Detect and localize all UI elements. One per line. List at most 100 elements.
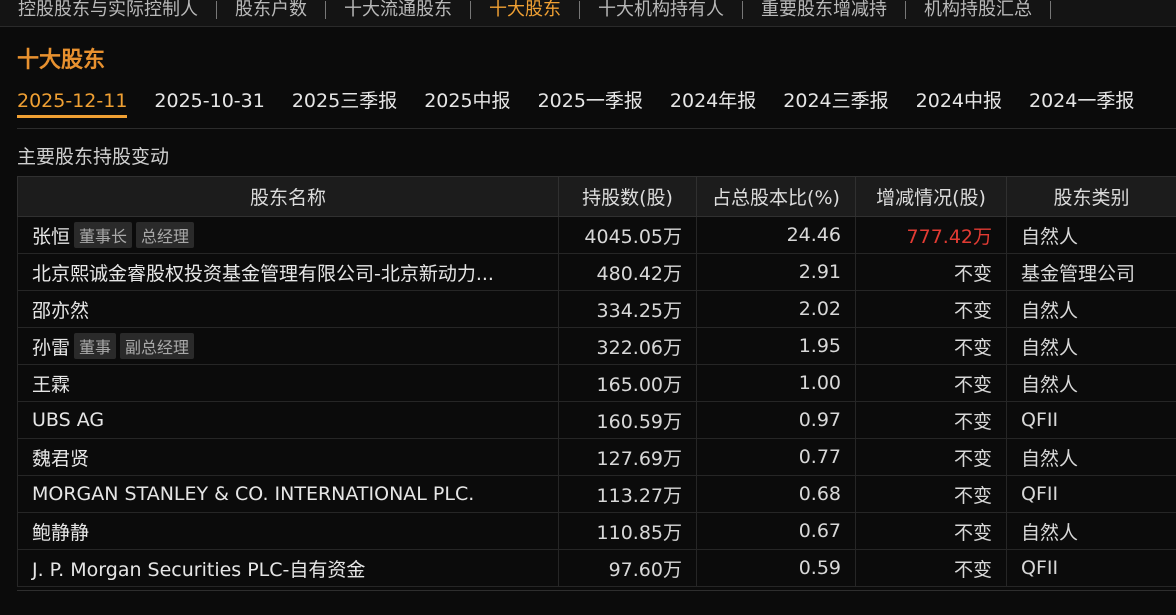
- shares-cell: 4045.05万: [558, 216, 697, 254]
- holder-type-cell: 自然人: [1006, 512, 1176, 550]
- top-nav-item[interactable]: 十大流通股东: [326, 1, 471, 19]
- table-row[interactable]: MORGAN STANLEY & CO. INTERNATIONAL PLC. 1…: [17, 475, 1176, 513]
- holder-name[interactable]: 北京熙诚金睿股权投资基金管理有限公司-北京新动力...: [32, 263, 494, 285]
- top-nav: 控股股东与实际控制人 股东户数 十大流通股东 十大股东 十大机构持有人 重要股东增减持 机构…: [0, 0, 1176, 27]
- change-cell: 不变: [855, 290, 1007, 328]
- table-row[interactable]: 孙雷 董事 副总经理 322.06万 1.95 不变 自然人: [17, 327, 1176, 365]
- table-row[interactable]: 北京熙诚金睿股权投资基金管理有限公司-北京新动力... 480.42万 2.91 不变…: [17, 253, 1176, 291]
- position-tag: 董事: [74, 332, 117, 359]
- holder-name[interactable]: 王霖: [32, 374, 70, 396]
- table-row[interactable]: 邵亦然 334.25万 2.02 不变 自然人: [17, 290, 1176, 328]
- period-tabs: 2025-12-11 2025-10-31 2025三季报 2025中报 2025一季报…: [17, 86, 1161, 118]
- ratio-cell: 0.97: [696, 401, 856, 439]
- top-nav-item[interactable]: 十大股东: [471, 1, 580, 19]
- period-tab[interactable]: 2025-12-11: [17, 90, 128, 118]
- shares-cell: 165.00万: [558, 364, 697, 402]
- ratio-cell: 1.95: [696, 327, 856, 365]
- holder-type-cell: 自然人: [1006, 290, 1176, 328]
- table-header-row: 股东名称 持股数(股) 占总股本比(%) 增减情况(股) 股东类别: [17, 176, 1176, 217]
- holder-name[interactable]: MORGAN STANLEY & CO. INTERNATIONAL PLC.: [32, 483, 474, 505]
- holder-name-cell[interactable]: MORGAN STANLEY & CO. INTERNATIONAL PLC.: [17, 475, 559, 513]
- shares-cell: 480.42万: [558, 253, 697, 291]
- table-row[interactable]: 魏君贤 127.69万 0.77 不变 自然人: [17, 438, 1176, 476]
- period-tab[interactable]: 2024中报: [916, 86, 1002, 116]
- holder-name-cell[interactable]: 鲍静静: [17, 512, 559, 550]
- period-tab[interactable]: 2025一季报: [538, 86, 643, 116]
- shares-cell: 322.06万: [558, 327, 697, 365]
- table-row[interactable]: 鲍静静 110.85万 0.67 不变 自然人: [17, 512, 1176, 550]
- shares-cell: 160.59万: [558, 401, 697, 439]
- top-nav-item[interactable]: 机构持股汇总: [906, 1, 1051, 19]
- holder-type-cell: QFII: [1006, 475, 1176, 513]
- top-nav-item[interactable]: 十大机构持有人: [580, 1, 743, 19]
- position-tag: 副总经理: [120, 332, 195, 359]
- ratio-cell: 24.46: [696, 216, 856, 254]
- column-header[interactable]: 股东名称: [17, 176, 559, 217]
- ratio-cell: 1.00: [696, 364, 856, 402]
- table-bottom-line: [17, 590, 1176, 591]
- holder-type-cell: QFII: [1006, 401, 1176, 439]
- holder-type-cell: QFII: [1006, 549, 1176, 587]
- shares-cell: 127.69万: [558, 438, 697, 476]
- ratio-cell: 0.59: [696, 549, 856, 587]
- holder-type-cell: 自然人: [1006, 327, 1176, 365]
- table-row[interactable]: 王霖 165.00万 1.00 不变 自然人: [17, 364, 1176, 402]
- section-title: 十大股东: [17, 48, 106, 73]
- period-tab[interactable]: 2025三季报: [292, 86, 397, 116]
- holder-name-cell[interactable]: 王霖: [17, 364, 559, 402]
- holder-name-cell[interactable]: J. P. Morgan Securities PLC-自有资金: [17, 549, 559, 587]
- holder-type-cell: 基金管理公司: [1006, 253, 1176, 291]
- position-tag: 董事长: [74, 221, 133, 248]
- change-cell: 不变: [855, 475, 1007, 513]
- table-row[interactable]: J. P. Morgan Securities PLC-自有资金 97.60万 0.…: [17, 549, 1176, 587]
- divider: [17, 128, 1176, 129]
- holder-name[interactable]: 魏君贤: [32, 448, 89, 470]
- holder-name[interactable]: 鲍静静: [32, 522, 89, 544]
- ratio-cell: 0.77: [696, 438, 856, 476]
- holder-name[interactable]: UBS AG: [32, 409, 104, 431]
- ratio-cell: 0.67: [696, 512, 856, 550]
- holder-name-cell[interactable]: 邵亦然: [17, 290, 559, 328]
- holder-name[interactable]: 张恒: [32, 226, 70, 248]
- ratio-cell: 2.02: [696, 290, 856, 328]
- shareholders-table: 股东名称 持股数(股) 占总股本比(%) 增减情况(股) 股东类别 张恒 董事长 总经理 40…: [17, 176, 1176, 587]
- position-tag: 总经理: [136, 221, 195, 248]
- change-cell: 不变: [855, 253, 1007, 291]
- holder-name[interactable]: J. P. Morgan Securities PLC-自有资金: [32, 559, 365, 581]
- change-cell: 不变: [855, 438, 1007, 476]
- holder-name-cell[interactable]: UBS AG: [17, 401, 559, 439]
- holder-type-cell: 自然人: [1006, 216, 1176, 254]
- column-header[interactable]: 增减情况(股): [855, 176, 1007, 217]
- change-cell: 不变: [855, 327, 1007, 365]
- holder-name-cell[interactable]: 孙雷 董事 副总经理: [17, 327, 559, 365]
- holder-name-cell[interactable]: 张恒 董事长 总经理: [17, 216, 559, 254]
- table-row[interactable]: UBS AG 160.59万 0.97 不变 QFII: [17, 401, 1176, 439]
- shares-cell: 113.27万: [558, 475, 697, 513]
- ratio-cell: 2.91: [696, 253, 856, 291]
- change-cell: 不变: [855, 512, 1007, 550]
- top-nav-item[interactable]: 股东户数: [217, 1, 326, 19]
- holder-type-cell: 自然人: [1006, 438, 1176, 476]
- top-nav-item[interactable]: 重要股东增减持: [743, 1, 906, 19]
- holder-name-cell[interactable]: 北京熙诚金睿股权投资基金管理有限公司-北京新动力...: [17, 253, 559, 291]
- period-tab[interactable]: 2024年报: [670, 86, 756, 116]
- column-header[interactable]: 占总股本比(%): [696, 176, 856, 217]
- column-header[interactable]: 股东类别: [1006, 176, 1176, 217]
- holder-name-cell[interactable]: 魏君贤: [17, 438, 559, 476]
- subtitle: 主要股东持股变动: [17, 146, 170, 168]
- change-cell: 不变: [855, 401, 1007, 439]
- period-tab[interactable]: 2024一季报: [1029, 86, 1134, 116]
- holder-name[interactable]: 邵亦然: [32, 300, 89, 322]
- table-row[interactable]: 张恒 董事长 总经理 4045.05万 24.46 777.42万 自然人: [17, 216, 1176, 254]
- change-cell: 不变: [855, 549, 1007, 587]
- period-tab[interactable]: 2025中报: [424, 86, 510, 116]
- change-cell: 不变: [855, 364, 1007, 402]
- period-tab[interactable]: 2025-10-31: [154, 90, 264, 115]
- top-nav-item[interactable]: 控股股东与实际控制人: [0, 1, 217, 19]
- table-body: 张恒 董事长 总经理 4045.05万 24.46 777.42万 自然人 北京熙诚金睿股权投…: [17, 216, 1176, 587]
- shares-cell: 334.25万: [558, 290, 697, 328]
- period-tab[interactable]: 2024三季报: [783, 86, 888, 116]
- column-header[interactable]: 持股数(股): [558, 176, 697, 217]
- holder-type-cell: 自然人: [1006, 364, 1176, 402]
- holder-name[interactable]: 孙雷: [32, 337, 70, 359]
